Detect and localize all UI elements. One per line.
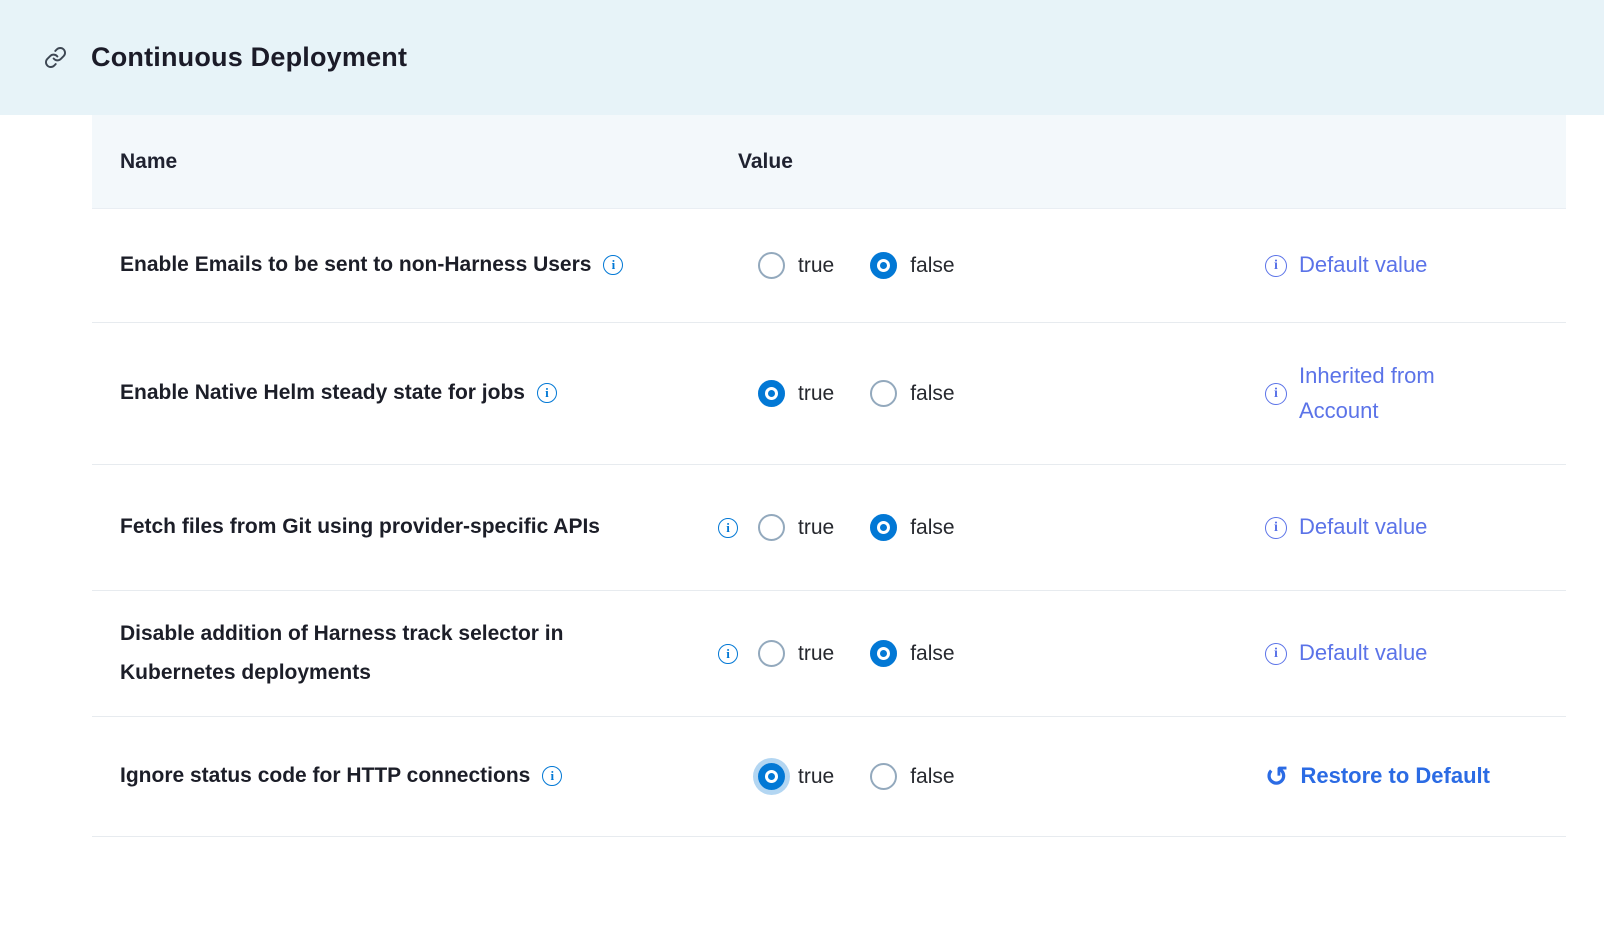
status-cell: i ↺ Default value — [1265, 510, 1566, 544]
radio-option-false[interactable]: false — [870, 252, 954, 279]
status-label: Inherited from Account — [1299, 359, 1504, 427]
section-header: Continuous Deployment — [0, 0, 1604, 115]
setting-name: Enable Emails to be sent to non-Harness … — [92, 246, 706, 285]
radio-true[interactable] — [758, 514, 785, 541]
radio-group: true false — [758, 514, 991, 541]
table-row: Ignore status code for HTTP connectionsi… — [92, 717, 1566, 837]
setting-name: Disable addition of Harness track select… — [92, 615, 706, 693]
status-label: Restore to Default — [1300, 759, 1489, 793]
status-label: Default value — [1299, 636, 1427, 670]
radio-option-false[interactable]: false — [870, 380, 954, 407]
status-cell: i ↺ Default value — [1265, 636, 1566, 670]
radio-option-true[interactable]: true — [758, 252, 834, 279]
radio-true[interactable] — [758, 640, 785, 667]
setting-value: i true false — [706, 640, 1265, 667]
radio-option-false[interactable]: false — [870, 514, 954, 541]
radio-true[interactable] — [758, 763, 785, 790]
radio-group: true false — [758, 640, 991, 667]
info-icon[interactable]: i — [1265, 517, 1287, 539]
info-icon[interactable]: i — [1265, 255, 1287, 277]
radio-option-true[interactable]: true — [758, 380, 834, 407]
info-icon[interactable]: i — [542, 766, 562, 786]
status-label: Default value — [1299, 510, 1427, 544]
radio-false[interactable] — [870, 514, 897, 541]
setting-name: Enable Native Helm steady state for jobs… — [92, 374, 706, 413]
info-icon[interactable]: i — [718, 518, 738, 538]
info-icon[interactable]: i — [718, 644, 738, 664]
status-cell: i ↺ Inherited from Account — [1265, 359, 1566, 427]
status-cell: i ↺ Restore to Default — [1265, 759, 1566, 793]
setting-value: i true false — [706, 252, 1265, 279]
setting-name: Ignore status code for HTTP connectionsi — [92, 757, 706, 796]
radio-false[interactable] — [870, 252, 897, 279]
radio-option-true[interactable]: true — [758, 640, 834, 667]
info-icon[interactable]: i — [1265, 383, 1287, 405]
radio-option-true[interactable]: true — [758, 763, 834, 790]
status-cell: i ↺ Default value — [1265, 248, 1566, 282]
radio-true[interactable] — [758, 252, 785, 279]
info-icon[interactable]: i — [603, 255, 623, 275]
radio-true[interactable] — [758, 380, 785, 407]
table-row: Disable addition of Harness track select… — [92, 591, 1566, 717]
radio-option-false[interactable]: false — [870, 640, 954, 667]
status-label: Default value — [1299, 248, 1427, 282]
table-row: Fetch files from Git using provider-spec… — [92, 465, 1566, 591]
info-icon[interactable]: i — [1265, 643, 1287, 665]
table-header-row: Name Value — [92, 115, 1566, 209]
setting-value: i true false — [706, 514, 1265, 541]
radio-group: true false — [758, 380, 991, 407]
settings-table: Name Value Enable Emails to be sent to n… — [92, 115, 1566, 837]
radio-false[interactable] — [870, 640, 897, 667]
info-icon[interactable]: i — [537, 383, 557, 403]
link-icon[interactable] — [44, 46, 67, 69]
radio-option-false[interactable]: false — [870, 763, 954, 790]
column-header-name: Name — [92, 150, 706, 174]
radio-false[interactable] — [870, 380, 897, 407]
radio-group: true false — [758, 252, 991, 279]
setting-value: i true false — [706, 380, 1265, 407]
table-row: Enable Emails to be sent to non-Harness … — [92, 209, 1566, 323]
radio-option-true[interactable]: true — [758, 514, 834, 541]
setting-name: Fetch files from Git using provider-spec… — [92, 508, 706, 547]
radio-false[interactable] — [870, 763, 897, 790]
column-header-value: Value — [706, 150, 1265, 174]
restore-icon[interactable]: ↺ — [1265, 763, 1288, 791]
table-row: Enable Native Helm steady state for jobs… — [92, 323, 1566, 465]
radio-group: true false — [758, 763, 991, 790]
page-title: Continuous Deployment — [91, 42, 407, 73]
setting-value: i true false — [706, 763, 1265, 790]
